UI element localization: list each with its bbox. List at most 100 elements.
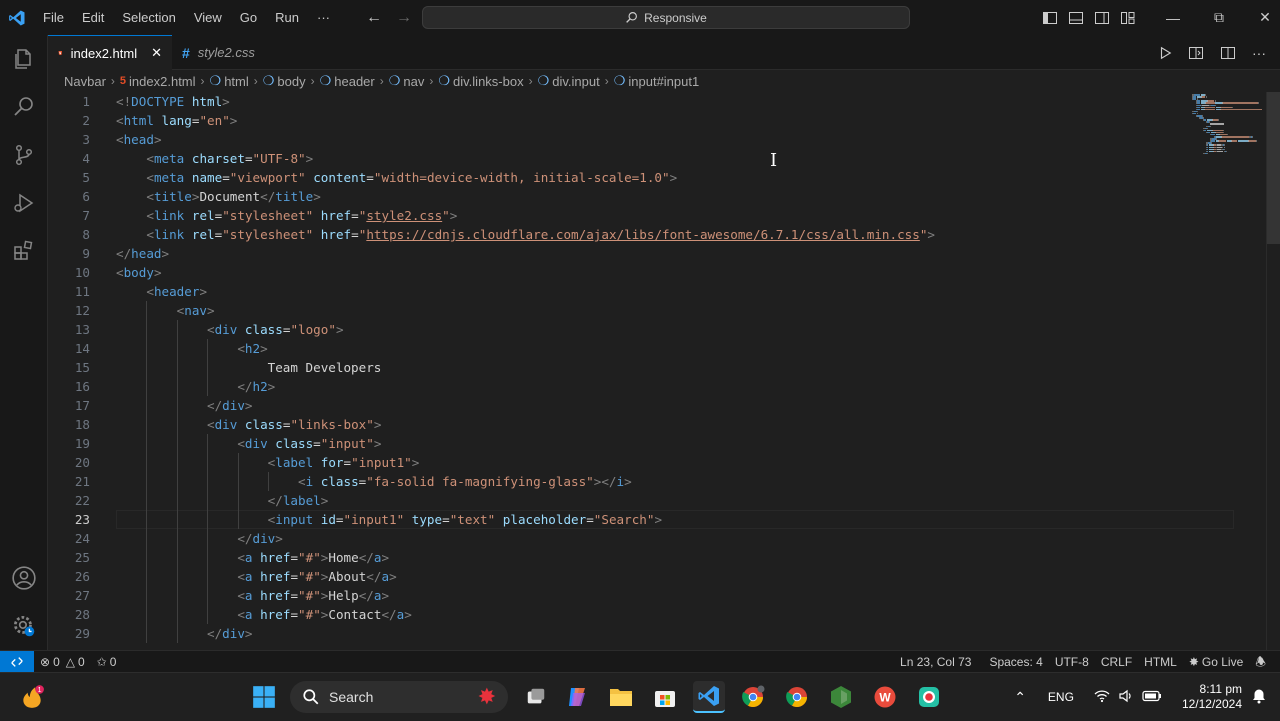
code-line[interactable]: 26 <a href="#">About</a>: [48, 567, 1234, 586]
file-explorer-icon[interactable]: [605, 681, 637, 713]
code-line[interactable]: 19 <div class="input">: [48, 434, 1234, 453]
code-line[interactable]: 16 </h2>: [48, 377, 1234, 396]
code-line[interactable]: 2 <html lang="en">: [48, 111, 1234, 130]
code-line[interactable]: 21 <i class="fa-solid fa-magnifying-glas…: [48, 472, 1234, 491]
remote-indicator[interactable]: [0, 650, 34, 673]
code-line[interactable]: 8 <link rel="stylesheet" href="https://c…: [48, 225, 1234, 244]
customize-layout-icon[interactable]: [1120, 10, 1136, 26]
code-line[interactable]: 11 <header>: [48, 282, 1234, 301]
minimize-icon[interactable]: —: [1150, 0, 1196, 35]
open-preview-icon[interactable]: [1188, 45, 1204, 61]
breadcrumb-item[interactable]: 5 index2.html: [120, 74, 196, 89]
menu-edit[interactable]: Edit: [73, 0, 113, 35]
code-line[interactable]: 25 <a href="#">Home</a>: [48, 548, 1234, 567]
breadcrumb-item[interactable]: ❍ nav: [389, 73, 425, 89]
task-view-icon[interactable]: [520, 681, 552, 713]
run-debug-icon[interactable]: [0, 179, 48, 227]
problems-indicator[interactable]: ⊗ 0 △ 0: [34, 651, 91, 673]
toggle-panel-icon[interactable]: [1068, 10, 1084, 26]
chrome-icon[interactable]: [781, 681, 813, 713]
chrome-profile-icon[interactable]: [737, 681, 769, 713]
menu-go[interactable]: Go: [231, 0, 266, 35]
run-icon[interactable]: [1158, 46, 1172, 60]
code-line[interactable]: 10 <body>: [48, 263, 1234, 282]
code-line[interactable]: 9 </head>: [48, 244, 1234, 263]
menu-file[interactable]: File: [34, 0, 73, 35]
code-line[interactable]: 24 </div>: [48, 529, 1234, 548]
close-window-icon[interactable]: ✕: [1242, 0, 1280, 35]
tab-style2-css[interactable]: # style2.css: [172, 35, 284, 70]
taskbar-search-box[interactable]: Search ✸: [290, 681, 508, 713]
back-arrow-icon[interactable]: ←: [366, 9, 382, 27]
minimap[interactable]: [1188, 92, 1268, 650]
command-center[interactable]: Responsive: [422, 6, 910, 29]
cursor-position[interactable]: Ln 23, Col 73: [894, 651, 977, 673]
code-editor[interactable]: 1 <!DOCTYPE html> 2 <html lang="en"> 3 <head>…: [48, 92, 1234, 650]
code-line[interactable]: 27 <a href="#">Help</a>: [48, 586, 1234, 605]
manage-gear-icon[interactable]: [0, 602, 48, 650]
language-mode[interactable]: HTML: [1138, 651, 1183, 673]
code-line[interactable]: 28 <a href="#">Contact</a>: [48, 605, 1234, 624]
volume-icon[interactable]: [1118, 689, 1134, 706]
code-line[interactable]: 20 <label for="input1">: [48, 453, 1234, 472]
extensions-icon[interactable]: [0, 227, 48, 275]
toggle-secondary-sidebar-icon[interactable]: [1094, 10, 1110, 26]
close-tab-icon[interactable]: ✕: [151, 45, 162, 61]
breadcrumb-item[interactable]: ❍ body: [263, 73, 306, 89]
go-live-button[interactable]: ✸ Go Live: [1183, 651, 1249, 673]
search-view-icon[interactable]: [0, 83, 48, 131]
nodejs-icon[interactable]: [825, 681, 857, 713]
code-line[interactable]: 6 <title>Document</title>: [48, 187, 1234, 206]
wps-office-icon[interactable]: W: [869, 681, 901, 713]
code-line[interactable]: 23 <input id="input1" type="text" placeh…: [48, 510, 1234, 529]
code-line[interactable]: 1 <!DOCTYPE html>: [48, 92, 1234, 111]
toggle-primary-sidebar-icon[interactable]: [1042, 10, 1058, 26]
screen-recorder-icon[interactable]: [913, 681, 945, 713]
encoding[interactable]: UTF-8: [1049, 651, 1095, 673]
forward-arrow-icon[interactable]: →: [396, 9, 412, 27]
restore-icon[interactable]: ⧉: [1196, 0, 1242, 35]
menu-view[interactable]: View: [185, 0, 231, 35]
breadcrumb-item[interactable]: ❍ html: [210, 73, 249, 89]
microsoft-store-icon[interactable]: [649, 681, 681, 713]
source-control-icon[interactable]: [0, 131, 48, 179]
widgets-icon[interactable]: 1: [16, 681, 48, 713]
breadcrumb-item[interactable]: ❍ header: [320, 73, 375, 89]
breadcrumb-item[interactable]: ❍ input#input1: [614, 73, 700, 89]
breadcrumb-item[interactable]: Navbar: [64, 74, 106, 89]
code-line[interactable]: 22 </label>: [48, 491, 1234, 510]
code-line[interactable]: 13 <div class="logo">: [48, 320, 1234, 339]
chevron-up-icon[interactable]: ⌃: [1014, 689, 1026, 706]
code-line[interactable]: 3 <head>: [48, 130, 1234, 149]
scrollbar-thumb[interactable]: [1267, 92, 1280, 244]
input-language[interactable]: ENG: [1048, 690, 1074, 704]
code-line[interactable]: 5 <meta name="viewport" content="width=d…: [48, 168, 1234, 187]
code-line[interactable]: 17 </div>: [48, 396, 1234, 415]
explorer-icon[interactable]: [0, 35, 48, 83]
vscode-taskbar-icon[interactable]: [693, 681, 725, 713]
wifi-icon[interactable]: [1094, 689, 1110, 706]
breadcrumb-item[interactable]: ❍ div.input: [538, 73, 600, 89]
ports-indicator[interactable]: ✩ 0: [91, 651, 123, 673]
tab-index2-html[interactable]: index2.html ✕: [48, 35, 172, 70]
code-line[interactable]: 4 <meta charset="UTF-8">: [48, 149, 1234, 168]
notifications-bell-icon[interactable]: 🕭: [1249, 651, 1272, 673]
notification-center-icon[interactable]: [1252, 688, 1266, 707]
menu-run[interactable]: Run: [266, 0, 308, 35]
more-actions-icon[interactable]: ···: [1252, 45, 1266, 61]
menu-selection[interactable]: Selection: [113, 0, 184, 35]
split-editor-icon[interactable]: [1220, 45, 1236, 61]
code-line[interactable]: 18 <div class="links-box">: [48, 415, 1234, 434]
start-windows-icon[interactable]: [248, 681, 280, 713]
code-line[interactable]: 14 <h2>: [48, 339, 1234, 358]
code-line[interactable]: 7 <link rel="stylesheet" href="style2.cs…: [48, 206, 1234, 225]
battery-icon[interactable]: [1142, 690, 1162, 705]
indentation[interactable]: Spaces: 4: [983, 651, 1048, 673]
code-line[interactable]: 15 Team Developers: [48, 358, 1234, 377]
menu-more[interactable]: ···: [308, 0, 339, 35]
code-line[interactable]: 12 <nav>: [48, 301, 1234, 320]
code-line[interactable]: 29 </div>: [48, 624, 1234, 643]
end-of-line[interactable]: CRLF: [1095, 651, 1138, 673]
clock[interactable]: 8:11 pm 12/12/2024: [1182, 682, 1242, 712]
accounts-icon[interactable]: [0, 554, 48, 602]
